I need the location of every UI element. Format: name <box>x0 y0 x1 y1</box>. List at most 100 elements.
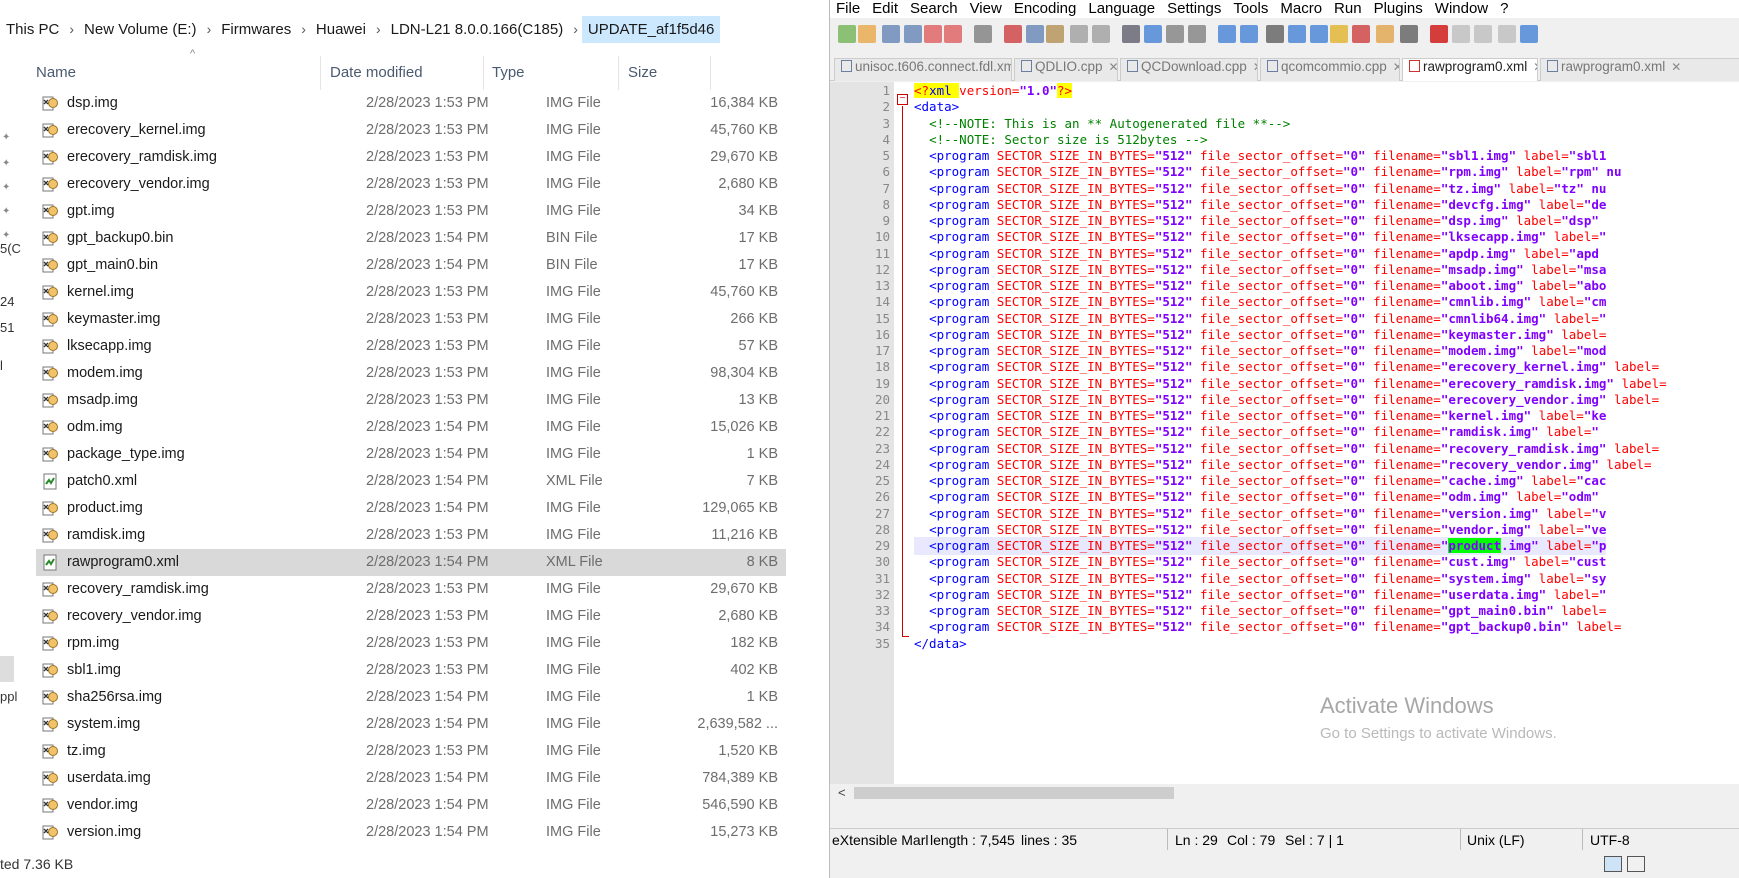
close-icon[interactable] <box>924 25 942 43</box>
breadcrumb-item[interactable]: Huawei <box>310 21 372 38</box>
menu-run[interactable]: Run <box>1328 0 1368 18</box>
save-all-icon[interactable] <box>904 25 922 43</box>
breadcrumb-item[interactable]: UPDATE_af1f5d46 <box>581 15 721 43</box>
file-row[interactable]: package_type.img 2/28/2023 1:54 PM IMG Fil… <box>36 441 786 468</box>
file-row[interactable]: odm.img 2/28/2023 1:54 PM IMG File 15,026 K… <box>36 414 786 441</box>
run-macro-icon[interactable] <box>1498 25 1516 43</box>
save-macro-icon[interactable] <box>1520 25 1538 43</box>
column-divider[interactable] <box>618 56 619 90</box>
show-all-chars-icon[interactable] <box>1288 25 1306 43</box>
large-icons-view-icon[interactable] <box>1627 856 1645 872</box>
file-row[interactable]: tz.img 2/28/2023 1:53 PM IMG File 1,520 KB <box>36 738 786 765</box>
file-row[interactable]: gpt_backup0.bin 2/28/2023 1:54 PM BIN File… <box>36 225 786 252</box>
tab-close-icon[interactable]: ✕ <box>1109 60 1117 74</box>
nav-item-fragment[interactable]: 51 <box>0 320 14 335</box>
horizontal-scrollbar[interactable]: < <box>830 784 1739 802</box>
menu-help[interactable]: ? <box>1494 0 1514 18</box>
file-row[interactable]: lksecapp.img 2/28/2023 1:53 PM IMG File 57 … <box>36 333 786 360</box>
indent-guide-icon[interactable] <box>1310 25 1328 43</box>
menu-view[interactable]: View <box>964 0 1008 18</box>
navigation-pane[interactable]: ✦ ✦ ✦ ✦ ✦ 5(C 24 51 l ppl <box>0 50 21 878</box>
file-row[interactable]: rawprogram0.xml 2/28/2023 1:54 PM XML File… <box>36 549 786 576</box>
menu-settings[interactable]: Settings <box>1161 0 1227 18</box>
file-row[interactable]: vendor.img 2/28/2023 1:54 PM IMG File 546,5… <box>36 792 786 819</box>
document-tab[interactable]: unisoc.t606.connect.fdl.xml✕ <box>834 58 1012 81</box>
tab-close-icon[interactable]: ✕ <box>1671 60 1681 74</box>
file-row[interactable]: msadp.img 2/28/2023 1:53 PM IMG File 13 KB <box>36 387 786 414</box>
breadcrumb-item[interactable]: This PC <box>0 21 65 38</box>
breadcrumb[interactable]: This PC › New Volume (E:) › Firmwares › Huawei… <box>0 12 830 46</box>
code-editor[interactable]: 1 2 3 4 5 6 7 8 9 10 11 12 13 14 15 16 17 18 19 20 21 22 23 24 2… <box>830 82 1739 784</box>
document-tab[interactable]: rawprogram0.xml ✕ <box>1540 58 1739 81</box>
copy-icon[interactable] <box>1026 25 1044 43</box>
file-row[interactable]: ramdisk.img 2/28/2023 1:53 PM IMG File 11,2… <box>36 522 786 549</box>
zoom-out-icon[interactable] <box>1188 25 1206 43</box>
file-row[interactable]: kernel.img 2/28/2023 1:53 PM IMG File 45,76… <box>36 279 786 306</box>
menu-language[interactable]: Language <box>1082 0 1161 18</box>
file-row[interactable]: rpm.img 2/28/2023 1:53 PM IMG File 182 KB <box>36 630 786 657</box>
file-row[interactable]: recovery_vendor.img 2/28/2023 1:53 PM IMG … <box>36 603 786 630</box>
breadcrumb-item[interactable]: New Volume (E:) <box>78 21 203 38</box>
file-row[interactable]: product.img 2/28/2023 1:54 PM IMG File 129,… <box>36 495 786 522</box>
code-text-area[interactable]: <?xml version="1.0"?> <data> <!--NOTE: Th… <box>914 82 1739 784</box>
nav-item-fragment[interactable]: 24 <box>0 294 14 309</box>
column-type-header[interactable]: Type <box>492 64 525 81</box>
word-wrap-icon[interactable] <box>1266 25 1284 43</box>
document-tab[interactable]: QDLIO.cpp ✕ <box>1014 58 1118 81</box>
tab-close-icon[interactable]: ✕ <box>1393 60 1399 74</box>
column-name-header[interactable]: Name <box>36 64 76 81</box>
file-row[interactable]: userdata.img 2/28/2023 1:54 PM IMG File 784… <box>36 765 786 792</box>
file-row[interactable]: keymaster.img 2/28/2023 1:53 PM IMG File 26… <box>36 306 786 333</box>
zoom-in-icon[interactable] <box>1166 25 1184 43</box>
file-row[interactable]: recovery_ramdisk.img 2/28/2023 1:53 PM IMG… <box>36 576 786 603</box>
breadcrumb-item[interactable]: LDN-L21 8.0.0.166(C185) <box>385 21 570 38</box>
file-row[interactable]: patch0.xml 2/28/2023 1:54 PM XML File 7 KB <box>36 468 786 495</box>
open-file-icon[interactable] <box>858 25 876 43</box>
file-row[interactable]: system.img 2/28/2023 1:54 PM IMG File 2,639… <box>36 711 786 738</box>
file-row[interactable]: erecovery_ramdisk.img 2/28/2023 1:53 PM IM… <box>36 144 786 171</box>
tab-close-icon[interactable]: ✕ <box>1253 60 1257 74</box>
file-row[interactable]: dsp.img 2/28/2023 1:53 PM IMG File 16,384 K… <box>36 90 786 117</box>
file-row[interactable]: gpt.img 2/28/2023 1:53 PM IMG File 34 KB <box>36 198 786 225</box>
document-tab[interactable]: qcomcommio.cpp ✕ <box>1260 58 1400 81</box>
column-divider[interactable] <box>320 56 321 90</box>
find-icon[interactable] <box>1122 25 1140 43</box>
scroll-left-icon[interactable]: < <box>838 785 846 800</box>
record-macro-icon[interactable] <box>1430 25 1448 43</box>
nav-item-fragment[interactable]: ppl <box>0 689 17 704</box>
file-row[interactable]: modem.img 2/28/2023 1:53 PM IMG File 98,304… <box>36 360 786 387</box>
file-row[interactable]: erecovery_kernel.img 2/28/2023 1:53 PM IMG… <box>36 117 786 144</box>
document-tab[interactable]: rawprogram0.xml ✕ <box>1402 58 1538 81</box>
paste-icon[interactable] <box>1046 25 1064 43</box>
breadcrumb-item[interactable]: Firmwares <box>215 21 297 38</box>
redo-icon[interactable] <box>1092 25 1110 43</box>
print-icon[interactable] <box>974 25 992 43</box>
file-row[interactable]: erecovery_vendor.img 2/28/2023 1:53 PM IMG… <box>36 171 786 198</box>
file-row[interactable]: sbl1.img 2/28/2023 1:53 PM IMG File 402 KB <box>36 657 786 684</box>
column-divider[interactable] <box>710 56 711 90</box>
document-tab[interactable]: QCDownload.cpp ✕ <box>1120 58 1258 81</box>
nav-item-fragment[interactable]: 5(C <box>0 241 21 256</box>
sync-horizontal-icon[interactable] <box>1240 25 1258 43</box>
replace-icon[interactable] <box>1144 25 1162 43</box>
fold-collapse-icon[interactable]: − <box>897 94 908 105</box>
menu-tools[interactable]: Tools <box>1227 0 1274 18</box>
playback-icon[interactable] <box>1474 25 1492 43</box>
details-view-icon[interactable] <box>1604 856 1622 872</box>
undo-icon[interactable] <box>1070 25 1088 43</box>
column-size-header[interactable]: Size <box>628 64 657 81</box>
doc-map-icon[interactable] <box>1330 25 1348 43</box>
save-icon[interactable] <box>882 25 900 43</box>
tab-close-icon[interactable]: ✕ <box>1533 60 1537 74</box>
menu-window[interactable]: Window <box>1429 0 1494 18</box>
column-divider[interactable] <box>483 56 484 90</box>
folder-workspace-icon[interactable] <box>1376 25 1394 43</box>
nav-item-fragment[interactable]: l <box>0 358 3 373</box>
menu-plugins[interactable]: Plugins <box>1368 0 1429 18</box>
stop-record-icon[interactable] <box>1452 25 1470 43</box>
sync-vertical-icon[interactable] <box>1218 25 1236 43</box>
function-list-icon[interactable] <box>1352 25 1370 43</box>
menu-search[interactable]: Search <box>904 0 964 18</box>
menu-file[interactable]: File <box>830 0 866 18</box>
menu-encoding[interactable]: Encoding <box>1008 0 1083 18</box>
